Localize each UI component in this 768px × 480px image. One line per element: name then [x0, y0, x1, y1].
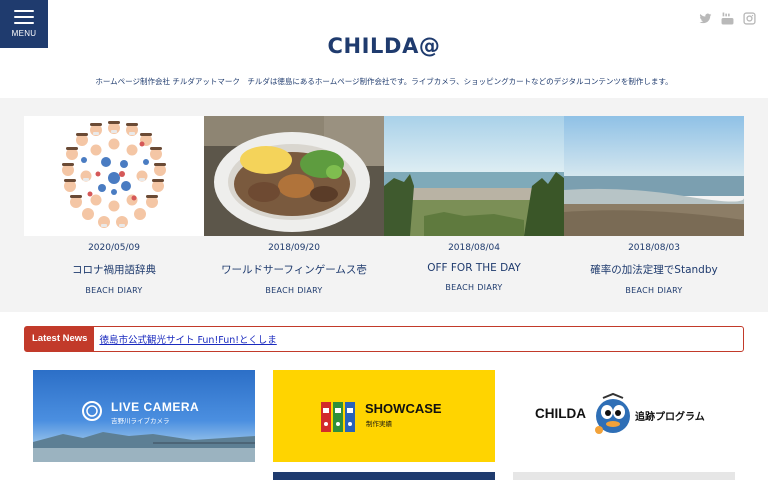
live-camera-banner[interactable]: LIVE CAMERA 吉野川ライブカメラ: [33, 370, 255, 462]
childa-tracking-banner[interactable]: CHILDA 追跡プログラム: [513, 370, 735, 462]
childa-wordmark: CHILDA: [535, 406, 586, 421]
post-category[interactable]: BEACH DIARY: [204, 286, 384, 295]
post-date: 2018/08/03: [628, 243, 680, 253]
site-tagline: ホームページ制作会社 チルダアットマーク チルダは徳島にあるホームページ制作会社…: [95, 77, 673, 86]
showcase-banner[interactable]: SHOWCASE 制作実績: [273, 370, 495, 462]
post-thumbnail-soba-bowl[interactable]: [204, 116, 384, 236]
post-title[interactable]: 確率の加法定理でStandby: [564, 262, 744, 277]
post-thumbnail-beach-pines[interactable]: [384, 116, 564, 236]
recent-posts: 2020/05/09 コロナ禍用語辞典 BEACH DIARY 2018/09/…: [24, 116, 744, 295]
latest-news-label: Latest News: [25, 327, 95, 351]
next-banner-gray[interactable]: [513, 472, 735, 480]
post-category[interactable]: BEACH DIARY: [24, 286, 204, 295]
post-category[interactable]: BEACH DIARY: [384, 283, 564, 292]
post-card[interactable]: 2018/08/03 確率の加法定理でStandby BEACH DIARY: [564, 116, 744, 295]
post-thumbnail-surf-beach[interactable]: [564, 116, 744, 236]
hamburger-icon: [14, 10, 34, 24]
recent-posts-section: 2020/05/09 コロナ禍用語辞典 BEACH DIARY 2018/09/…: [0, 98, 768, 312]
post-date: 2018/09/20: [268, 243, 320, 253]
childa-subtitle: 追跡プログラム: [635, 412, 705, 423]
post-title[interactable]: ワールドサーフィンゲームス壱: [204, 262, 384, 277]
social-links: [699, 10, 756, 25]
post-card[interactable]: 2018/08/04 OFF FOR THE DAY BEACH DIARY: [384, 116, 564, 295]
post-date: 2020/05/09: [88, 243, 140, 253]
live-camera-title: LIVE CAMERA: [111, 400, 200, 414]
latest-news-bar: Latest News 徳島市公式観光サイト Fun!Fun!とくしま: [24, 326, 744, 352]
live-camera-subtitle: 吉野川ライブカメラ: [111, 417, 170, 425]
showcase-title: SHOWCASE: [365, 401, 442, 416]
twitter-icon[interactable]: [699, 10, 712, 24]
showcase-subtitle: 制作実績: [366, 420, 392, 428]
site-logo[interactable]: CHILDA@: [0, 34, 768, 58]
latest-news-link[interactable]: 徳島市公式観光サイト Fun!Fun!とくしま: [99, 332, 276, 346]
post-title[interactable]: OFF FOR THE DAY: [384, 262, 564, 274]
mascot-icon: [595, 392, 630, 434]
youtube-icon[interactable]: [721, 10, 734, 25]
post-category[interactable]: BEACH DIARY: [564, 286, 744, 295]
post-card[interactable]: 2020/05/09 コロナ禍用語辞典 BEACH DIARY: [24, 116, 204, 295]
binders-icon: [321, 402, 355, 432]
post-title[interactable]: コロナ禍用語辞典: [24, 262, 204, 277]
next-banner-navy[interactable]: [273, 472, 495, 480]
post-date: 2018/08/04: [448, 243, 500, 253]
post-card[interactable]: 2018/09/20 ワールドサーフィンゲームス壱 BEACH DIARY: [204, 116, 384, 295]
post-thumbnail-corona-illustration[interactable]: [24, 116, 204, 236]
instagram-icon[interactable]: [743, 10, 756, 25]
